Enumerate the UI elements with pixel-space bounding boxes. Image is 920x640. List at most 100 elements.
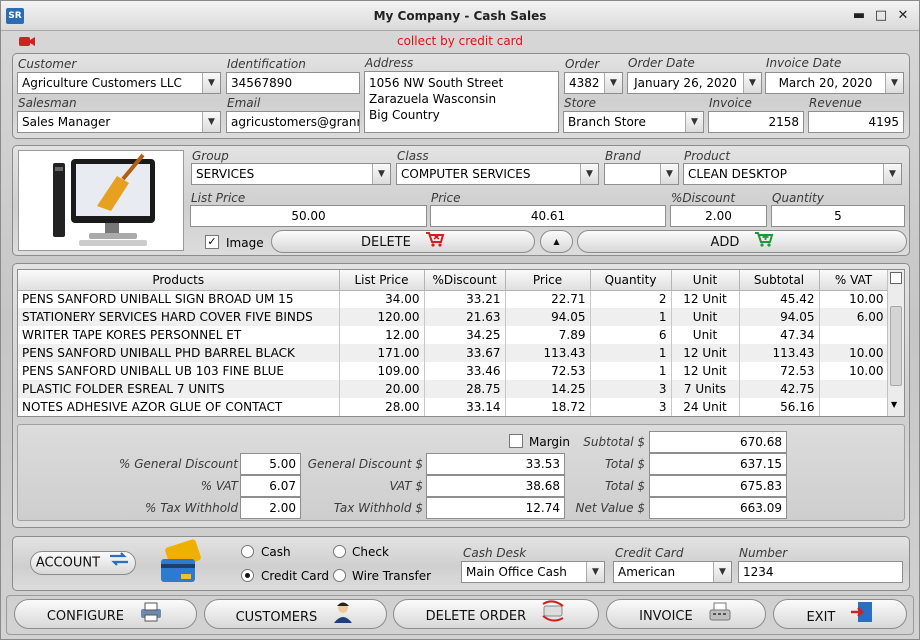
address-field[interactable]: 1056 NW South Street Zarazuela Wasconsin…	[364, 71, 559, 133]
salesman-label: Salesman	[18, 96, 77, 110]
table-cell: 12 Unit	[671, 362, 740, 380]
order-date-picker[interactable]: January 26, 2020 ▼	[627, 72, 762, 94]
price-field[interactable]: 40.61	[430, 205, 666, 227]
table-cell: 113.43	[739, 344, 820, 362]
add-item-button[interactable]: ADD	[577, 230, 907, 253]
column-header[interactable]: Products	[18, 270, 340, 291]
customer-select[interactable]: Agriculture Customers LLC ▼	[17, 72, 221, 94]
salesman-select[interactable]: Sales Manager ▼	[17, 111, 221, 133]
chevron-down-icon[interactable]: ▼	[883, 164, 901, 184]
delete-item-button[interactable]: DELETE	[271, 230, 535, 253]
table-row[interactable]: PENS SANFORD UNIBALL PHD BARREL BLACK 171…	[18, 344, 889, 362]
table-row[interactable]: PENS SANFORD UNIBALL SIGN BROAD UM 15 34.…	[18, 290, 889, 308]
grid-scrollbar[interactable]: ▼	[887, 270, 904, 416]
store-select[interactable]: Branch Store ▼	[563, 111, 704, 133]
table-cell: 47.34	[739, 326, 820, 344]
table-cell: 120.00	[339, 308, 425, 326]
exit-label: EXIT	[806, 610, 836, 625]
customers-button[interactable]: CUSTOMERS	[204, 599, 387, 629]
cash-radio[interactable]	[241, 545, 254, 558]
cash-desk-select[interactable]: Main Office Cash ▼	[461, 561, 605, 583]
chevron-down-icon[interactable]: ▼	[743, 73, 761, 93]
column-header[interactable]: %Discount	[424, 270, 506, 291]
brand-select[interactable]: ▼	[604, 163, 679, 185]
group-select[interactable]: SERVICES ▼	[191, 163, 391, 185]
general-discount-amt-field: 33.53	[426, 453, 565, 475]
maximize-button[interactable]: □	[873, 8, 889, 24]
delete-order-button[interactable]: DELETE ORDER	[393, 599, 599, 629]
email-field[interactable]: agricustomers@granm	[226, 111, 360, 133]
grid-options-icon[interactable]	[890, 272, 902, 284]
chevron-down-icon[interactable]: ▼	[586, 562, 604, 582]
table-row[interactable]: NOTES ADHESIVE AZOR GLUE OF CONTACT 28.00…	[18, 398, 889, 416]
subtotal-field: 670.68	[649, 431, 787, 453]
table-cell: 33.14	[424, 398, 506, 416]
order-select[interactable]: 4382 ▼	[564, 72, 623, 94]
table-cell: 22.71	[505, 290, 591, 308]
invoice-button[interactable]: INVOICE	[606, 599, 766, 629]
identification-field[interactable]: 34567890	[226, 72, 360, 94]
check-radio[interactable]	[333, 545, 346, 558]
invoice-button-label: INVOICE	[639, 609, 693, 624]
invoice-field[interactable]: 2158	[708, 111, 804, 133]
class-select[interactable]: COMPUTER SERVICES ▼	[396, 163, 599, 185]
column-header[interactable]: Price	[505, 270, 591, 291]
column-header[interactable]: Subtotal	[739, 270, 820, 291]
net-value-field: 663.09	[649, 497, 787, 519]
move-up-button[interactable]: ▲	[540, 230, 573, 253]
chevron-down-icon[interactable]: ▼	[713, 562, 731, 582]
configure-button[interactable]: CONFIGURE	[14, 599, 197, 629]
table-row[interactable]: WRITER TAPE KORES PERSONNEL ET 12.00 34.25…	[18, 326, 889, 344]
product-select[interactable]: CLEAN DESKTOP ▼	[683, 163, 902, 185]
margin-checkbox[interactable]	[509, 434, 523, 448]
general-discount-pct-field[interactable]: 5.00	[240, 453, 301, 475]
vat-pct-field[interactable]: 6.07	[240, 475, 301, 497]
wire-transfer-radio[interactable]	[333, 569, 346, 582]
delete-item-label: DELETE	[361, 235, 411, 250]
card-number-field[interactable]: 1234	[738, 561, 903, 583]
brand-label: Brand	[605, 149, 641, 163]
table-cell: 12.00	[339, 326, 425, 344]
table-header-row: Products List Price %Discount Price Quan…	[18, 270, 889, 291]
column-header[interactable]: % VAT	[819, 270, 889, 291]
column-header[interactable]: Unit	[671, 270, 740, 291]
table-row[interactable]: PLASTIC FOLDER ESREAL 7 UNITS 20.00 28.75 1…	[18, 380, 889, 398]
revenue-field[interactable]: 4195	[808, 111, 904, 133]
invoice-date-picker[interactable]: March 20, 2020 ▼	[765, 72, 904, 94]
exit-button[interactable]: EXIT	[773, 599, 907, 629]
product-label: Product	[684, 149, 731, 163]
chevron-down-icon[interactable]: ▼	[202, 73, 220, 93]
discount-field[interactable]: 2.00	[670, 205, 767, 227]
close-button[interactable]: ✕	[895, 8, 911, 24]
chevron-down-icon[interactable]: ▼	[660, 164, 678, 184]
cart-add-icon	[754, 231, 774, 254]
table-cell: 28.00	[339, 398, 425, 416]
tax-withhold-pct-field[interactable]: 2.00	[240, 497, 301, 519]
minimize-button[interactable]: ▬	[851, 8, 867, 24]
table-row[interactable]: PENS SANFORD UNIBALL UB 103 FINE BLUE 109…	[18, 362, 889, 380]
chevron-down-icon[interactable]: ▼	[372, 164, 390, 184]
chevron-down-icon[interactable]: ▼	[685, 112, 703, 132]
table-row[interactable]: STATIONERY SERVICES HARD COVER FIVE BIND…	[18, 308, 889, 326]
quantity-field[interactable]: 5	[771, 205, 905, 227]
chevron-down-icon[interactable]: ▼	[202, 112, 220, 132]
chevron-down-icon[interactable]: ▼	[580, 164, 598, 184]
column-header[interactable]: Quantity	[590, 270, 672, 291]
credit-card-radio[interactable]	[241, 569, 254, 582]
chevron-down-icon[interactable]: ▼	[885, 73, 903, 93]
chevron-down-icon[interactable]: ▼	[604, 73, 622, 93]
exit-door-icon	[850, 600, 874, 635]
revenue-label: Revenue	[809, 96, 862, 110]
list-price-field[interactable]: 50.00	[190, 205, 427, 227]
table-cell: PENS SANFORD UNIBALL PHD BARREL BLACK	[18, 344, 340, 362]
scroll-down-icon[interactable]: ▼	[891, 400, 897, 409]
column-header[interactable]: List Price	[339, 270, 425, 291]
account-button[interactable]: ACCOUNT	[30, 551, 136, 575]
scroll-thumb[interactable]	[890, 306, 902, 386]
add-item-label: ADD	[710, 235, 740, 250]
credit-card-select[interactable]: American ▼	[613, 561, 732, 583]
items-grid[interactable]: Products List Price %Discount Price Quan…	[17, 269, 905, 417]
wire-transfer-label: Wire Transfer	[352, 569, 432, 583]
number-label: Number	[739, 546, 788, 560]
image-checkbox[interactable]: ✓	[205, 235, 219, 249]
